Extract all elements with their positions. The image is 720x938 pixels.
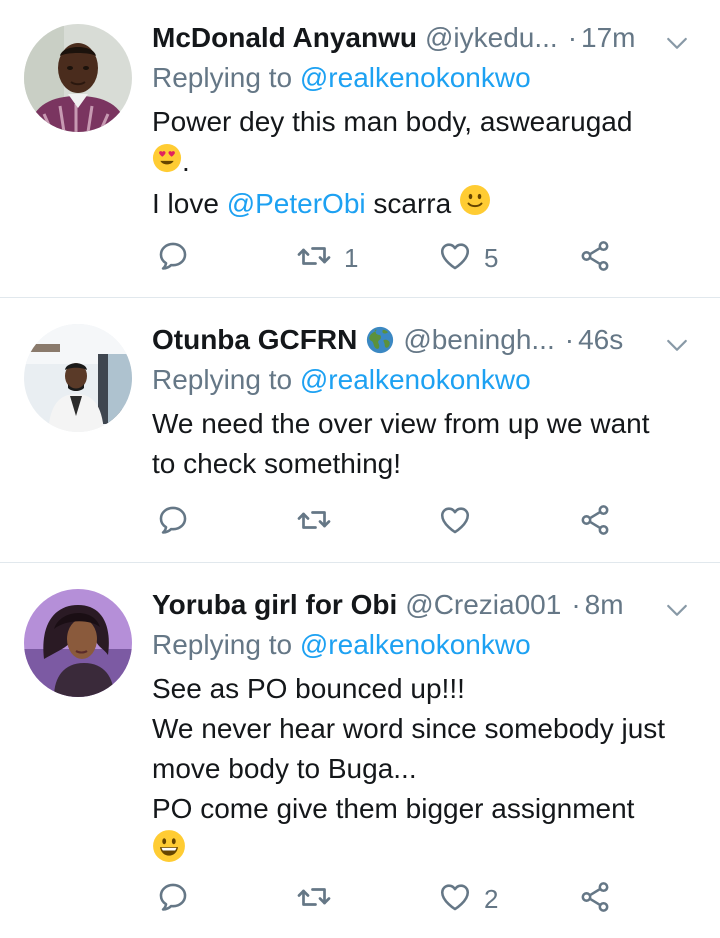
slightly-smiling-emoji-icon: [459, 184, 491, 227]
tweet[interactable]: Otunba GCFRN @beningh... · 46s Replying …: [0, 298, 720, 563]
replying-mention-link[interactable]: @realkenokonkwo: [300, 629, 531, 660]
share-button[interactable]: [578, 877, 612, 921]
tweet[interactable]: Yoruba girl for Obi @Crezia001 · 8m Repl…: [0, 563, 720, 938]
display-name[interactable]: McDonald Anyanwu: [152, 17, 417, 59]
user-handle[interactable]: @Crezia001: [405, 584, 561, 626]
separator-dot: ·: [564, 324, 575, 355]
tweet-text-line: PO come give them bigger assignment: [152, 793, 635, 824]
retweet-button[interactable]: 1: [296, 236, 358, 280]
heart-icon: [438, 239, 472, 278]
replying-to: Replying to @realkenokonkwo: [152, 624, 531, 666]
reply-icon: [156, 880, 190, 919]
tweet-text-line: I love @PeterObi scarra: [152, 184, 700, 227]
tweet-text-line: Power dey this man body, aswearugad: [152, 106, 633, 137]
tweet-text-line: to check something!: [152, 448, 402, 479]
tweet-text-fragment: scarra: [365, 188, 459, 220]
chevron-down-icon[interactable]: [662, 29, 692, 71]
share-icon: [578, 503, 612, 542]
separator-dot: ·: [567, 22, 578, 53]
display-name[interactable]: Yoruba girl for Obi: [152, 584, 397, 626]
tweet-text-line: We never hear word since somebody just: [152, 713, 666, 744]
share-icon: [578, 880, 612, 919]
tweet-text-line: See as PO bounced up!!!: [152, 673, 465, 704]
retweet-icon: [296, 502, 332, 543]
like-button[interactable]: 5: [438, 236, 498, 280]
replying-to: Replying to @realkenokonkwo: [152, 57, 531, 99]
replying-mention-link[interactable]: @realkenokonkwo: [300, 62, 531, 93]
reply-icon: [156, 239, 190, 278]
user-handle[interactable]: @beningh...: [403, 319, 554, 361]
like-count: 2: [484, 883, 499, 914]
timestamp[interactable]: 8m: [585, 584, 624, 626]
avatar[interactable]: [24, 24, 132, 132]
globe-emoji-icon: [365, 325, 395, 355]
replying-mention-link[interactable]: @realkenokonkwo: [300, 364, 531, 395]
tweet-text-line: move body to Buga...: [152, 753, 417, 784]
reply-button[interactable]: [156, 877, 190, 921]
retweet-count: 1: [344, 242, 359, 273]
retweet-button[interactable]: [296, 877, 344, 921]
timestamp[interactable]: 46s: [578, 319, 623, 361]
timestamp[interactable]: 17m: [581, 17, 635, 59]
share-button[interactable]: [578, 500, 612, 544]
tweet-header: Otunba GCFRN @beningh... · 46s: [152, 319, 700, 361]
tweet-actions: 2: [0, 877, 720, 921]
avatar[interactable]: [24, 324, 132, 432]
tweet-actions: 1 5: [0, 236, 720, 280]
chevron-down-icon[interactable]: [662, 331, 692, 373]
reply-icon: [156, 503, 190, 542]
tweet[interactable]: McDonald Anyanwu @iykedu... · 17m Replyi…: [0, 0, 720, 298]
like-button[interactable]: 2: [438, 877, 498, 921]
share-icon: [578, 239, 612, 278]
avatar[interactable]: [24, 589, 132, 697]
user-handle[interactable]: @iykedu...: [425, 17, 558, 59]
retweet-button[interactable]: [296, 500, 344, 544]
share-button[interactable]: [578, 236, 612, 280]
tweet-header: Yoruba girl for Obi @Crezia001 · 8m: [152, 584, 700, 626]
chevron-down-icon[interactable]: [662, 596, 692, 638]
mention-link[interactable]: @PeterObi: [227, 188, 366, 219]
tweet-text-line: .: [152, 142, 700, 184]
reply-button[interactable]: [156, 500, 190, 544]
like-button[interactable]: [438, 500, 484, 544]
tweet-header: McDonald Anyanwu @iykedu... · 17m: [152, 17, 700, 59]
tweet-actions: [0, 500, 720, 544]
tweet-text-line: [152, 829, 700, 874]
grinning-emoji-icon: [152, 829, 186, 874]
heart-icon: [438, 880, 472, 919]
reply-button[interactable]: [156, 236, 190, 280]
separator-dot: ·: [571, 589, 581, 620]
retweet-icon: [296, 238, 332, 279]
reply-feed: McDonald Anyanwu @iykedu... · 17m Replyi…: [0, 0, 720, 938]
heart-icon: [438, 503, 472, 542]
tweet-text-line: We need the over view from up we want: [152, 408, 650, 439]
display-name[interactable]: Otunba GCFRN: [152, 319, 357, 361]
replying-to: Replying to @realkenokonkwo: [152, 359, 531, 401]
tweet-text-fragment: .: [182, 146, 190, 177]
replying-label: Replying to: [152, 62, 300, 93]
like-count: 5: [484, 242, 499, 273]
tweet-text: Power dey this man body, aswearugad . I …: [152, 102, 700, 227]
heart-eyes-emoji-icon: [152, 143, 182, 184]
replying-label: Replying to: [152, 629, 300, 660]
tweet-text: We need the over view from up we want to…: [152, 404, 700, 484]
tweet-text-fragment: I love: [152, 188, 227, 220]
replying-label: Replying to: [152, 364, 300, 395]
retweet-icon: [296, 879, 332, 920]
tweet-text: See as PO bounced up!!! We never hear wo…: [152, 669, 700, 874]
